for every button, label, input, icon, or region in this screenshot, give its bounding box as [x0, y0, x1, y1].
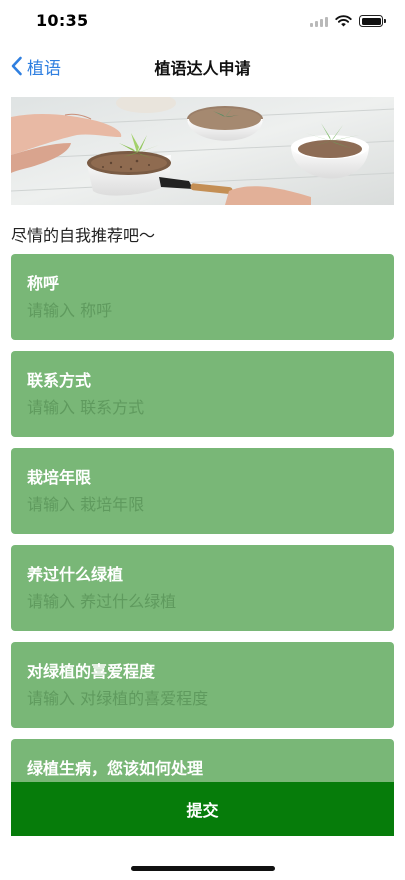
form-field-plants-raised[interactable]: 养过什么绿植 — [11, 545, 394, 631]
succulent-planting-photo — [11, 97, 394, 205]
status-time: 10:35 — [36, 11, 89, 30]
contact-input[interactable] — [27, 395, 377, 419]
form-field-contact[interactable]: 联系方式 — [11, 351, 394, 437]
status-bar: 10:35 — [0, 0, 405, 46]
form-field-nickname[interactable]: 称呼 — [11, 254, 394, 340]
intro-text: 尽情的自我推荐吧～ — [11, 226, 156, 245]
page-title: 植语达人申请 — [154, 59, 251, 78]
love-level-input[interactable] — [27, 686, 377, 710]
growing-years-input[interactable] — [27, 492, 377, 516]
battery-icon — [359, 15, 386, 27]
plants-raised-input[interactable] — [27, 589, 377, 613]
screen: 10:35 植语 植语达人申请 尽情的自我推荐吧～ 称呼 请输入 称呼 联系方式… — [0, 0, 405, 880]
field-label: 养过什么绿植 — [27, 565, 124, 584]
field-label: 对绿植的喜爱程度 — [27, 662, 156, 681]
form-field-love-level[interactable]: 对绿植的喜爱程度 — [11, 642, 394, 728]
field-label: 称呼 — [27, 274, 60, 293]
field-label: 绿植生病，您该如何处理 — [27, 759, 204, 778]
field-label: 栽培年限 — [27, 468, 92, 487]
wifi-icon — [335, 15, 352, 27]
field-label: 联系方式 — [27, 371, 92, 390]
navigation-bar: 植语 植语达人申请 — [0, 46, 405, 86]
form-field-growing-years[interactable]: 栽培年限 — [11, 448, 394, 534]
cellular-signal-icon — [310, 16, 328, 27]
submit-button[interactable]: 提交 — [11, 782, 394, 836]
status-icons — [310, 14, 386, 28]
home-indicator — [131, 866, 275, 871]
nickname-input[interactable] — [27, 298, 377, 322]
banner-image — [11, 97, 394, 205]
